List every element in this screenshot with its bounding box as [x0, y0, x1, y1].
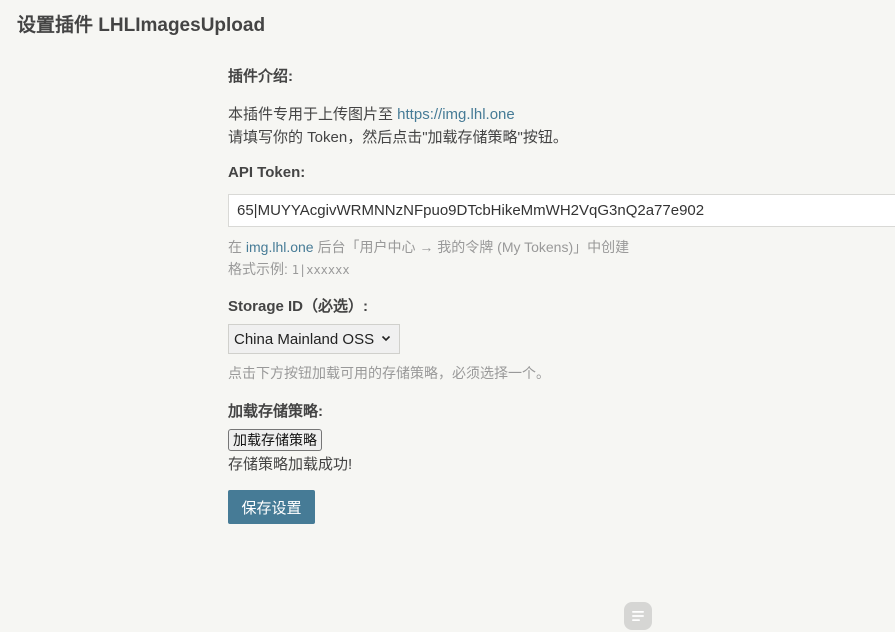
load-strategy-button[interactable]: 加载存储策略 [228, 429, 322, 451]
intro-line-2: 请填写你的 Token，然后点击"加载存储策略"按钮。 [228, 129, 568, 146]
settings-page: 设置插件 LHLImagesUpload 插件介绍: 本插件专用于上传图片至 h… [0, 0, 895, 632]
page-title: 设置插件 LHLImagesUpload [17, 15, 266, 36]
token-site-link[interactable]: img.lhl.one [246, 239, 314, 255]
api-token-format-label: 格式示例: [228, 261, 292, 277]
intro-heading: 插件介绍: [228, 68, 293, 85]
api-token-hint-suffix: 后台「用户中心 → 我的令牌 (My Tokens)」中创建 [313, 239, 630, 255]
api-token-format: 格式示例: 1|xxxxxx [228, 259, 350, 279]
load-strategy-status: 存储策略加载成功! [228, 456, 353, 473]
storage-id-hint: 点击下方按钮加载可用的存储策略，必须选择一个。 [228, 365, 550, 381]
api-token-hint-prefix: 在 [228, 239, 246, 255]
intro-line-1-text: 本插件专用于上传图片至 [228, 106, 398, 123]
menu-icon[interactable] [624, 602, 652, 630]
chevron-down-icon [381, 332, 391, 346]
img-site-link[interactable]: https://img.lhl.one [397, 106, 515, 123]
storage-id-selected: China Mainland OSS [234, 330, 375, 348]
save-settings-button[interactable]: 保存设置 [228, 490, 315, 524]
api-token-format-example: 1|xxxxxx [291, 263, 350, 277]
load-strategy-label: 加载存储策略: [228, 403, 323, 420]
intro-line-1: 本插件专用于上传图片至 https://img.lhl.one [228, 103, 515, 124]
api-token-hint: 在 img.lhl.one 后台「用户中心 → 我的令牌 (My Tokens)… [228, 237, 629, 257]
api-token-input[interactable] [228, 194, 895, 227]
storage-id-label: Storage ID（必选）: [228, 298, 369, 315]
api-token-label: API Token: [228, 164, 306, 181]
storage-id-select[interactable]: China Mainland OSS [228, 324, 400, 354]
